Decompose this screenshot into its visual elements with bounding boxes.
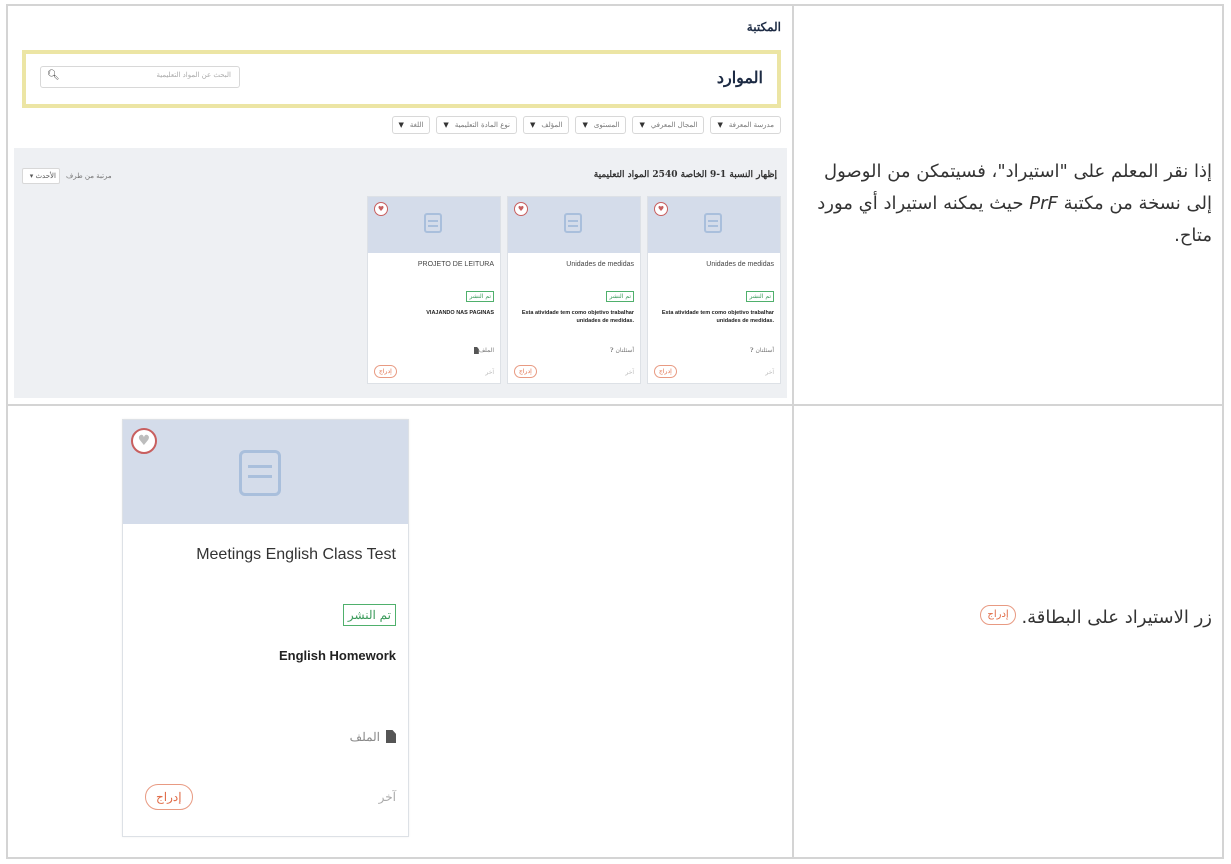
results-area: إظهار النسبة 1-9 الخاصة 2540 المواد التع… xyxy=(14,148,787,398)
card-meta-label: الملف xyxy=(349,730,380,744)
description-part: زر الاستيراد على البطاقة. xyxy=(1021,607,1212,628)
card-thumbnail: ♥ xyxy=(648,197,780,253)
library-screenshot: المكتبة الموارد البحث عن المواد التعليمي… xyxy=(14,12,787,398)
card-meta-label: أسئلتان xyxy=(615,347,634,354)
card-thumbnail: ♥ xyxy=(123,420,408,524)
resources-highlight-box: الموارد البحث عن المواد التعليمية 🔍︎ xyxy=(22,50,781,108)
card-other: آخر xyxy=(485,369,494,376)
card-thumbnail: ♥ xyxy=(368,197,500,253)
library-title: المكتبة xyxy=(746,20,781,34)
import-button[interactable]: إدراج xyxy=(374,365,397,378)
description-cell: إذا نقر المعلم على "استيراد"، فسيتمكن من… xyxy=(796,6,1222,404)
description-text: زر الاستيراد على البطاقة. إدراج xyxy=(806,602,1212,634)
card-thumbnail: ♥ xyxy=(508,197,640,253)
card-other: آخر xyxy=(625,369,634,376)
heart-icon[interactable]: ♥ xyxy=(131,428,157,454)
table-row: ♥ Meetings English Class Test تم النشر E… xyxy=(8,406,1222,857)
resource-card[interactable]: ♥ Unidades de medidas تم النشر Esta ativ… xyxy=(647,196,781,384)
filter-level[interactable]: المستوى ▼ xyxy=(575,116,627,134)
chevron-down-icon: ▾ xyxy=(29,172,34,180)
heart-icon[interactable]: ♥ xyxy=(654,202,668,216)
card-title: Unidades de medidas xyxy=(706,261,774,268)
resources-label: الموارد xyxy=(716,68,763,87)
card-meta-label: الملف xyxy=(478,347,494,354)
import-button[interactable]: إدراج xyxy=(654,365,677,378)
card-meta: ❓︎ أسئلتان xyxy=(750,347,774,355)
filter-label: المستوى xyxy=(593,121,620,129)
filter-language[interactable]: اللغة ▼ xyxy=(391,116,431,134)
chevron-down-icon: ▼ xyxy=(529,121,536,129)
card-meta: ❓︎ أسئلتان xyxy=(610,347,634,355)
card-description: English Homework xyxy=(278,648,396,663)
sort-select[interactable]: الأحدث ▾ xyxy=(22,168,60,184)
document-icon xyxy=(704,213,722,233)
document-icon xyxy=(424,213,442,233)
filter-author[interactable]: المؤلف ▼ xyxy=(522,116,570,134)
status-badge: تم النشر xyxy=(466,291,494,302)
resource-card[interactable]: ♥ Meetings English Class Test تم النشر E… xyxy=(122,419,409,837)
chevron-down-icon: ▼ xyxy=(639,121,645,129)
heart-icon[interactable]: ♥ xyxy=(374,202,388,216)
card-other: آخر xyxy=(765,369,774,376)
filter-label: المؤلف xyxy=(541,121,563,129)
search-input[interactable]: البحث عن المواد التعليمية 🔍︎ xyxy=(40,66,240,88)
card-description: Esta atividade tem como objetivo trabalh… xyxy=(521,310,634,324)
screenshot-cell: المكتبة الموارد البحث عن المواد التعليمي… xyxy=(8,6,794,404)
card-title: Meetings English Class Test xyxy=(196,546,396,563)
document-icon xyxy=(564,213,582,233)
results-count: إظهار النسبة 1-9 الخاصة 2540 المواد التع… xyxy=(593,170,777,180)
table-row: المكتبة الموارد البحث عن المواد التعليمي… xyxy=(8,6,1222,406)
card-meta: الملف xyxy=(471,347,494,354)
chevron-down-icon: ▼ xyxy=(717,121,723,129)
document-icon xyxy=(239,450,281,496)
status-badge: تم النشر xyxy=(606,291,634,302)
chevron-down-icon: ▼ xyxy=(582,121,588,129)
card-title: PROJETO DE LEITURA xyxy=(417,261,494,268)
card-description: Esta atividade tem como objetivo trabalh… xyxy=(661,310,774,324)
question-icon: ❓︎ xyxy=(749,347,754,354)
description-cell: زر الاستيراد على البطاقة. إدراج xyxy=(796,406,1222,857)
filter-label: اللغة xyxy=(409,121,424,129)
filter-label: نوع المادة التعليمية xyxy=(454,121,510,129)
import-button-example: إدراج xyxy=(980,605,1016,625)
file-icon xyxy=(386,730,396,743)
filter-bar: مدرسة المعرفة▼ المجال المعرفي▼ المستوى▼ … xyxy=(391,116,781,134)
status-badge: تم النشر xyxy=(746,291,774,302)
heart-icon[interactable]: ♥ xyxy=(514,202,528,216)
card-other: آخر xyxy=(378,790,396,804)
sort-value: الأحدث xyxy=(35,172,56,180)
screenshot-cell: ♥ Meetings English Class Test تم النشر E… xyxy=(8,406,794,857)
description-emphasis: PrF xyxy=(1029,193,1058,214)
description-text: إذا نقر المعلم على "استيراد"، فسيتمكن من… xyxy=(806,156,1212,252)
resource-card[interactable]: ♥ Unidades de medidas تم النشر Esta ativ… xyxy=(507,196,641,384)
instruction-table: المكتبة الموارد البحث عن المواد التعليمي… xyxy=(6,4,1224,859)
search-icon: 🔍︎ xyxy=(47,70,60,81)
card-title: Unidades de medidas xyxy=(566,261,634,268)
filter-label: المجال المعرفي xyxy=(650,121,698,129)
card-meta-label: أسئلتان xyxy=(755,347,774,354)
filter-domain[interactable]: المجال المعرفي ▼ xyxy=(632,116,705,134)
status-badge: تم النشر xyxy=(342,604,396,626)
filter-label: مدرسة المعرفة xyxy=(728,121,774,129)
import-button[interactable]: إدراج xyxy=(145,784,193,810)
question-icon: ❓︎ xyxy=(609,347,614,354)
card-meta: الملف xyxy=(350,730,396,744)
filter-material-type[interactable]: نوع المادة التعليمية ▼ xyxy=(436,116,517,134)
import-button[interactable]: إدراج xyxy=(514,365,537,378)
chevron-down-icon: ▼ xyxy=(443,121,449,129)
card-description: VIAJANDO NAS PAGINAS xyxy=(426,310,494,316)
resource-card[interactable]: ♥ PROJETO DE LEITURA تم النشر VIAJANDO N… xyxy=(367,196,501,384)
chevron-down-icon: ▼ xyxy=(398,121,404,129)
sort-label: مرتبة من طرف xyxy=(66,172,112,180)
filter-knowledge-school[interactable]: مدرسة المعرفة ▼ xyxy=(710,116,781,134)
search-placeholder: البحث عن المواد التعليمية xyxy=(156,71,231,79)
